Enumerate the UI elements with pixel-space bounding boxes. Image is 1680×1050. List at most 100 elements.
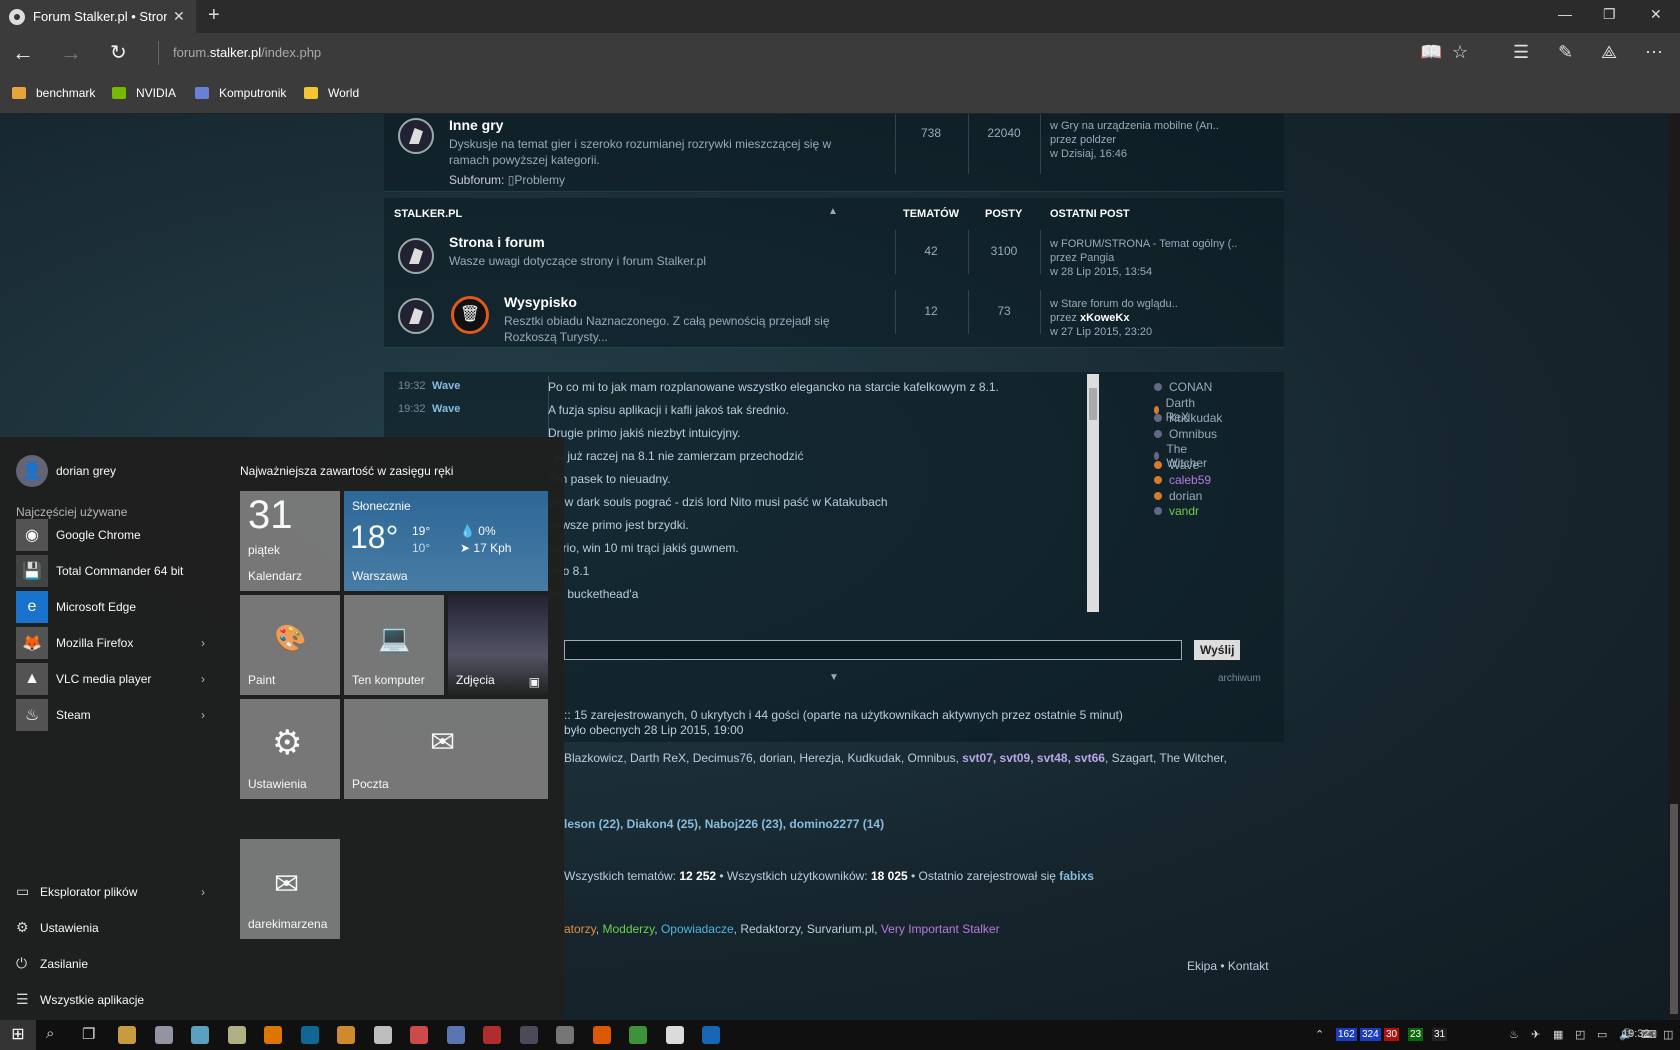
steam-icon[interactable]: ♨ [1509, 1028, 1519, 1041]
notification-icon[interactable]: ◫ [1663, 1028, 1673, 1041]
firefox-icon[interactable] [592, 1026, 611, 1044]
this-pc-tile[interactable]: 💻 Ten komputer [344, 595, 444, 695]
app-total-commander-64-bit[interactable]: 💾 Total Commander 64 bit [16, 555, 183, 587]
group-legend-item[interactable]: Opowiadacze [661, 922, 734, 936]
mail-tile[interactable]: ✉ Poczta [344, 699, 548, 799]
settings-tile[interactable]: ⚙ Ustawienia [240, 699, 340, 799]
tray-badge[interactable]: 324 [1360, 1028, 1381, 1041]
photos-tile[interactable]: Zdjęcia ▣ [448, 595, 548, 695]
file-explorer-icon[interactable] [118, 1026, 136, 1044]
drive-icon[interactable] [154, 1026, 173, 1044]
web-note-icon[interactable]: ✎ [1558, 42, 1573, 63]
refresh-button[interactable]: ↻ [110, 40, 127, 65]
weather-tile[interactable]: Słonecznie 18° 19° 10° 💧 0% ➤ 17 Kph War… [344, 491, 548, 591]
sun-icon[interactable] [337, 1026, 355, 1044]
forum-title[interactable]: Wysypisko [504, 294, 577, 310]
online-user[interactable]: CONAN [1154, 380, 1212, 394]
paint-tile[interactable]: 🎨 Paint [240, 595, 340, 695]
hub-icon[interactable]: ☰ [1513, 42, 1529, 63]
chevron-right-icon[interactable]: › [201, 708, 205, 722]
favorite-star-icon[interactable]: ☆ [1452, 42, 1468, 63]
plane-icon[interactable] [373, 1026, 392, 1044]
last-post-topic[interactable]: w Gry na urządzenia mobilne (An.. [1050, 119, 1219, 133]
favorite-benchmark[interactable]: benchmark [12, 86, 95, 100]
minimize-button[interactable]: — [1558, 6, 1572, 22]
app-vlc-media-player[interactable]: ▲ VLC media player › [16, 663, 205, 695]
chevron-right-icon[interactable]: › [201, 636, 205, 650]
chevron-right-icon[interactable]: › [201, 885, 205, 899]
battery-icon[interactable]: ▭ [1597, 1028, 1607, 1041]
start-ustawienia[interactable]: ⚙ Ustawienia [16, 919, 99, 936]
malwarebytes-icon[interactable] [300, 1026, 319, 1044]
last-post-author[interactable]: przez Pangia [1050, 251, 1114, 265]
steam-icon[interactable] [446, 1026, 465, 1044]
tray-badge[interactable]: 162 [1336, 1028, 1357, 1041]
online-user[interactable]: Kudkudak [1154, 411, 1222, 425]
group-legend-item[interactable]: Modderzy [602, 922, 654, 936]
restore-button[interactable]: ❐ [1603, 6, 1616, 23]
forum-title[interactable]: Strona i forum [449, 234, 545, 250]
grid-icon[interactable]: ▦ [1553, 1028, 1563, 1041]
online-user[interactable]: dorian [1154, 489, 1202, 503]
tray-badge[interactable]: 30 [1384, 1028, 1400, 1041]
app-microsoft-edge[interactable]: e Microsoft Edge [16, 591, 136, 623]
chevron-right-icon[interactable]: › [201, 672, 205, 686]
task-view-icon[interactable]: ❐ [82, 1025, 95, 1043]
favorite-world[interactable]: World [304, 86, 359, 100]
subforum-problemy-link[interactable]: ▯Problemy [508, 173, 565, 187]
shout-user[interactable]: Wave [432, 403, 548, 417]
user-account[interactable]: 👤 dorian grey [16, 455, 116, 487]
group-legend-item[interactable]: atorzy [564, 922, 596, 936]
archive-link[interactable]: archiwum [1218, 673, 1261, 684]
group-legend-item[interactable]: Redaktorzy [740, 922, 800, 936]
share-icon[interactable]: ⟁ [1601, 42, 1617, 63]
last-post-topic[interactable]: w Stare forum do wglądu.. [1050, 297, 1178, 311]
darekimarzena-tile[interactable]: ✉ darekimarzena [240, 839, 340, 939]
footer-links[interactable]: Ekipa • Kontakt [1187, 959, 1269, 973]
tray-badge[interactable]: 31 [1432, 1028, 1448, 1041]
app-mozilla-firefox[interactable]: 🦊 Mozilla Firefox › [16, 627, 205, 659]
chevron-up-icon[interactable]: ⌃ [1315, 1028, 1324, 1041]
edge-icon[interactable] [702, 1026, 720, 1044]
keyboard-icon[interactable] [191, 1026, 209, 1044]
back-button[interactable]: ← [12, 40, 34, 66]
online-user[interactable]: vandr [1154, 504, 1199, 518]
plane-icon[interactable]: ✈ [1531, 1028, 1540, 1041]
last-post-author[interactable]: przez xKoweKx [1050, 311, 1130, 325]
nvidia-icon[interactable] [483, 1026, 501, 1044]
online-user[interactable]: caleb59 [1154, 473, 1211, 487]
vlc-icon[interactable] [264, 1026, 282, 1044]
last-post-topic[interactable]: w FORUM/STRONA - Temat ogólny (.. [1050, 237, 1237, 251]
close-window-button[interactable]: ✕ [1650, 6, 1662, 23]
calendar-icon[interactable] [227, 1026, 246, 1044]
more-icon[interactable]: ⋯ [1645, 42, 1663, 63]
app-steam[interactable]: ♨ Steam › [16, 699, 205, 731]
shoutbox-scrollbar[interactable] [1087, 374, 1099, 612]
start-wszystkie-aplikacje[interactable]: ☰ Wszystkie aplikacje [16, 991, 144, 1008]
browser-tab[interactable]: Forum Stalker.pl • Strona ✕ [0, 0, 196, 33]
favorite-nvidia[interactable]: NVIDIA [112, 86, 176, 100]
mail-icon[interactable] [665, 1026, 684, 1044]
chrome-icon[interactable] [629, 1026, 647, 1044]
floppy-icon[interactable] [519, 1026, 538, 1044]
send-button[interactable]: Wyślij [1194, 640, 1241, 660]
favorite-komputronik[interactable]: Komputronik [195, 86, 286, 100]
new-tab-button[interactable]: + [208, 4, 220, 27]
start-eksplorator-plik-w[interactable]: ▭ Eksplorator plików › [16, 883, 205, 900]
group-legend-item[interactable]: Very Important Stalker [881, 922, 1000, 936]
reading-view-icon[interactable]: 📖 [1420, 42, 1442, 63]
app-google-chrome[interactable]: ◉ Google Chrome [16, 519, 141, 551]
group-legend-item[interactable]: Survarium.pl [807, 922, 874, 936]
start-zasilanie[interactable]: ⏻ Zasilanie [16, 955, 88, 972]
close-tab-icon[interactable]: ✕ [173, 8, 185, 25]
monitor-icon[interactable]: ◰ [1575, 1028, 1585, 1041]
search-icon[interactable]: ⌕ [46, 1025, 54, 1042]
windows-start-icon[interactable]: ⊞ [0, 1020, 36, 1050]
url-field[interactable]: forum.stalker.pl/index.php [158, 41, 321, 65]
forward-button[interactable]: → [60, 40, 82, 66]
clock[interactable]: 19:32 [1622, 1028, 1650, 1040]
film-icon[interactable] [556, 1026, 574, 1044]
origin-icon[interactable] [410, 1026, 428, 1044]
forum-title[interactable]: Inne gry [449, 117, 503, 133]
tray-badge[interactable]: 23 [1408, 1028, 1424, 1041]
